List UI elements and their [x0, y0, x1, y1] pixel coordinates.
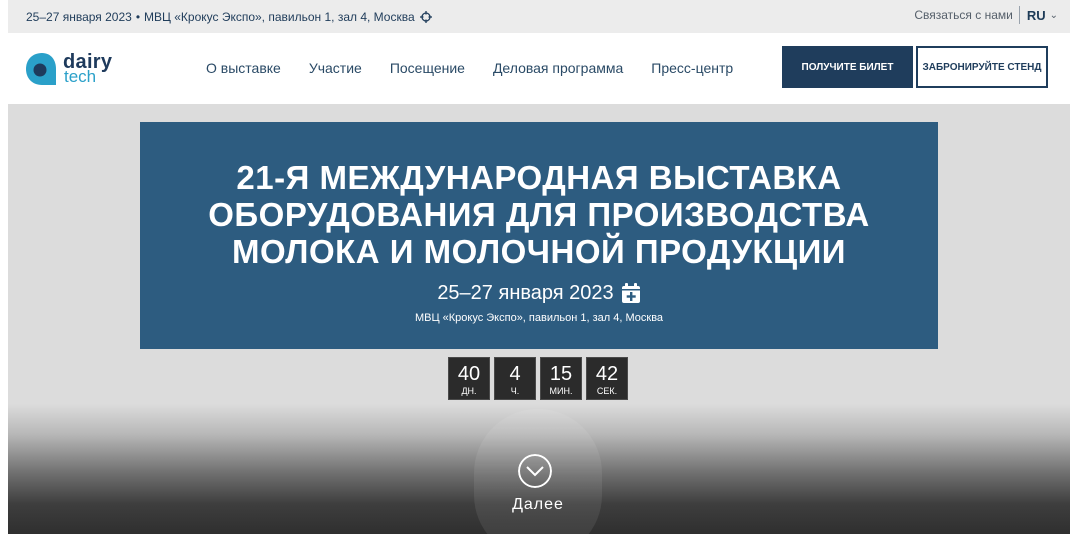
scroll-label: Далее	[512, 496, 564, 513]
hero-title: 21-Я МЕЖДУНАРОДНАЯ ВЫСТАВКА ОБОРУДОВАНИЯ…	[140, 159, 938, 270]
hero-title-line: МОЛОКА И МОЛОЧНОЙ ПРОДУКЦИИ	[231, 233, 847, 270]
nav-item-participation[interactable]: Участие	[309, 60, 362, 76]
topbar-actions: Связаться с нами RU ⌄	[914, 6, 1058, 24]
event-venue: МВЦ «Крокус Экспо», павильон 1, зал 4, М…	[144, 10, 415, 24]
get-ticket-button[interactable]: ПОЛУЧИТЕ БИЛЕТ	[782, 46, 913, 88]
hero-section: 21-Я МЕЖДУНАРОДНАЯ ВЫСТАВКА ОБОРУДОВАНИЯ…	[8, 104, 1070, 534]
countdown-hours: 4 Ч.	[494, 357, 536, 400]
countdown-value: 40	[457, 363, 481, 385]
nav-item-visit[interactable]: Посещение	[390, 60, 465, 76]
countdown-unit: МИН.	[549, 386, 573, 396]
event-info: 25–27 января 2023 • МВЦ «Крокус Экспо», …	[26, 10, 432, 24]
countdown-value: 15	[549, 363, 573, 385]
hero-date: 25–27 января 2023	[437, 282, 614, 304]
site-header: dairy tech О выставке Участие Посещение …	[8, 33, 1070, 104]
target-icon[interactable]	[419, 11, 432, 23]
countdown-value: 4	[509, 363, 521, 385]
hero-banner: 21-Я МЕЖДУНАРОДНАЯ ВЫСТАВКА ОБОРУДОВАНИЯ…	[140, 122, 938, 349]
main-nav: О выставке Участие Посещение Деловая про…	[206, 60, 761, 76]
hero-date-row: 25–27 января 2023	[140, 282, 938, 305]
scroll-down-button[interactable]: Далее	[474, 409, 602, 534]
nav-item-press-center[interactable]: Пресс-центр	[651, 60, 733, 76]
info-separator: •	[135, 10, 141, 24]
hero-venue: МВЦ «Крокус Экспо», павильон 1, зал 4, М…	[414, 312, 664, 324]
nav-item-business-program[interactable]: Деловая программа	[493, 60, 623, 76]
countdown-unit: ДН.	[461, 386, 477, 396]
hero-title-line: 21-Я МЕЖДУНАРОДНАЯ ВЫСТАВКА	[236, 159, 842, 196]
countdown-days: 40 ДН.	[448, 357, 490, 400]
event-dates: 25–27 января 2023	[26, 10, 132, 24]
countdown-minutes: 15 МИН.	[540, 357, 582, 400]
top-info-bar: 25–27 января 2023 • МВЦ «Крокус Экспо», …	[8, 0, 1070, 33]
calendar-add-icon[interactable]	[621, 283, 641, 304]
arrow-down-circle-icon	[518, 454, 552, 488]
nav-item-about[interactable]: О выставке	[206, 60, 281, 76]
book-stand-button[interactable]: ЗАБРОНИРУЙТЕ СТЕНД	[916, 46, 1048, 88]
countdown-unit: СЕК.	[596, 386, 618, 396]
logo-text: dairy tech	[63, 52, 112, 85]
logo[interactable]: dairy tech	[24, 51, 112, 87]
countdown-seconds: 42 СЕК.	[586, 357, 628, 400]
language-selector[interactable]: RU	[1027, 8, 1046, 23]
countdown-timer: 40 ДН. 4 Ч. 15 МИН. 42 СЕК.	[448, 357, 632, 400]
countdown-value: 42	[595, 363, 619, 385]
chevron-down-icon[interactable]: ⌄	[1050, 10, 1058, 21]
topbar-divider	[1018, 6, 1020, 24]
hero-title-line: ОБОРУДОВАНИЯ ДЛЯ ПРОИЗВОДСТВА	[208, 196, 870, 233]
countdown-unit: Ч.	[510, 386, 520, 396]
contact-link[interactable]: Связаться с нами	[914, 8, 1012, 22]
logo-mark-icon	[26, 53, 56, 85]
